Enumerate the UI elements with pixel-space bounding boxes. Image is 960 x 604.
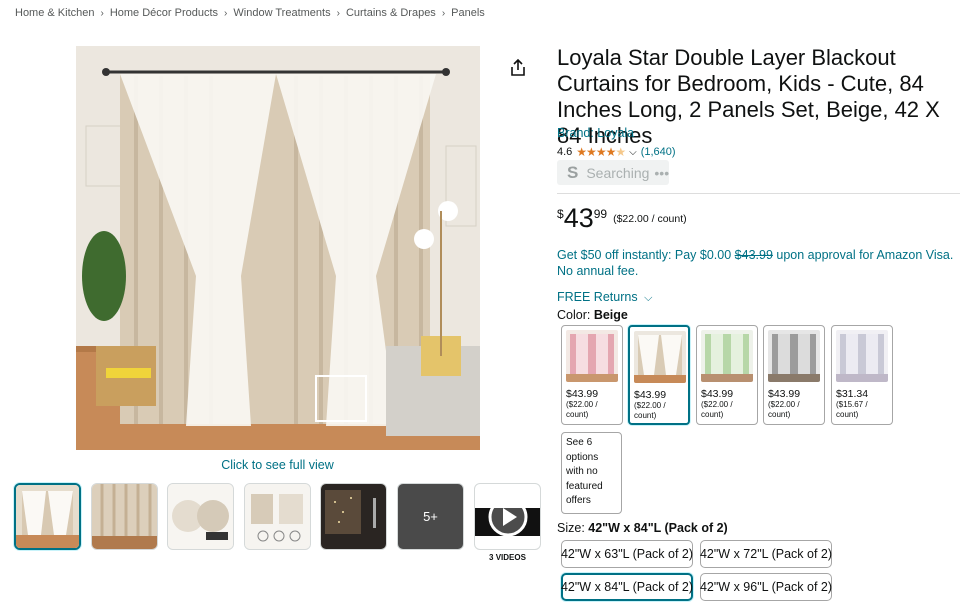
price-whole: 43 — [563, 203, 594, 233]
price: $ 43 99 ($22.00 / count) — [557, 203, 687, 233]
breadcrumb-item[interactable]: Home Décor Products — [110, 7, 218, 19]
price-symbol: $ — [557, 207, 564, 221]
brand-link[interactable]: Brand: Loyala — [557, 126, 634, 140]
video-thumbnail[interactable] — [474, 483, 541, 550]
size-label-text: Size: — [557, 521, 589, 535]
full-view-link[interactable]: Click to see full view — [0, 458, 555, 472]
color-swatch-lavender[interactable]: $31.34 ($15.67 / count) — [831, 325, 893, 425]
swatch-price: $43.99 — [634, 389, 667, 401]
swatch-image — [836, 330, 888, 382]
swatch-unit-price: ($22.00 / count) — [566, 400, 598, 419]
swatch-image — [634, 331, 686, 383]
color-swatch-green[interactable]: $43.99 ($22.00 / count) — [696, 325, 758, 425]
swatch-image — [566, 330, 618, 382]
chevron-down-icon: ⌵ — [644, 292, 653, 304]
size-option-96[interactable]: 42"W x 96"L (Pack of 2) — [700, 573, 832, 601]
more-images-button[interactable]: 5+ — [397, 483, 464, 550]
size-option-63[interactable]: 42"W x 63"L (Pack of 2) — [561, 540, 693, 568]
more-options-button[interactable]: See 6 options with no featured offers — [561, 432, 622, 514]
thumbnail-image[interactable] — [320, 483, 387, 550]
share-icon[interactable] — [508, 58, 528, 78]
chevron-right-icon: › — [224, 8, 228, 19]
swatch-price: $43.99 — [566, 388, 599, 400]
swatch-image — [701, 330, 753, 382]
swatch-unit-price: ($22.00 / count) — [634, 401, 666, 420]
color-swatch-pink[interactable]: $43.99 ($22.00 / count) — [561, 325, 623, 425]
promo-strike-price: $43.99 — [734, 248, 773, 262]
breadcrumb-item[interactable]: Panels — [451, 7, 485, 19]
s-logo-icon: S — [567, 162, 579, 182]
swatch-price: $31.34 — [836, 388, 869, 400]
main-product-image[interactable] — [76, 46, 480, 450]
chevron-right-icon: › — [100, 8, 104, 19]
price-fraction: 99 — [593, 207, 608, 221]
color-swatch-grey[interactable]: $43.99 ($22.00 / count) — [763, 325, 825, 425]
divider — [557, 193, 960, 194]
rating-count-link[interactable]: (1,640) — [641, 146, 676, 158]
more-images-count: 5+ — [423, 509, 438, 524]
videos-label: 3 VIDEOS — [489, 553, 526, 562]
breadcrumb-item[interactable]: Window Treatments — [233, 7, 330, 19]
visa-promo[interactable]: Get $50 off instantly: Pay $0.00 $43.99 … — [557, 247, 957, 279]
thumbnail-image[interactable] — [244, 483, 311, 550]
breadcrumb-item[interactable]: Curtains & Drapes — [346, 7, 436, 19]
price-per-unit: ($22.00 / count) — [613, 213, 687, 225]
size-option-84[interactable]: 42"W x 84"L (Pack of 2) — [561, 573, 693, 601]
chevron-down-icon[interactable]: ⌵ — [629, 147, 637, 158]
color-label-text: Color: — [557, 308, 594, 322]
color-label: Color: Beige — [557, 308, 628, 322]
color-swatch-beige[interactable]: $43.99 ($22.00 / count) — [628, 325, 690, 425]
swatch-unit-price: ($22.00 / count) — [768, 400, 800, 419]
swatch-unit-price: ($15.67 / count) — [836, 400, 868, 419]
searching-badge: S Searching ••• — [557, 160, 669, 185]
breadcrumb: Home & Kitchen › Home Décor Products › Windo… — [15, 7, 485, 19]
searching-text: Searching — [586, 164, 650, 181]
selected-color: Beige — [593, 308, 628, 322]
chevron-right-icon: › — [336, 8, 340, 19]
selected-size: 42"W x 84"L (Pack of 2) — [588, 521, 728, 535]
swatch-price: $43.99 — [701, 388, 734, 400]
promo-prefix: Get $50 off instantly: Pay $0.00 — [557, 248, 735, 262]
loading-dots-icon: ••• — [654, 164, 670, 181]
star-rating-icon[interactable]: ★★★★★ — [576, 145, 626, 159]
free-returns-label: FREE Returns — [557, 290, 638, 304]
chevron-right-icon: › — [441, 8, 446, 19]
free-returns-link[interactable]: FREE Returns ⌵ — [557, 290, 652, 305]
thumbnail-image[interactable] — [91, 483, 158, 550]
thumbnail-image[interactable] — [167, 483, 234, 550]
size-option-72[interactable]: 42"W x 72"L (Pack of 2) — [700, 540, 832, 568]
swatch-image — [768, 330, 820, 382]
swatch-price: $43.99 — [768, 388, 801, 400]
breadcrumb-item[interactable]: Home & Kitchen — [15, 7, 94, 19]
swatch-unit-price: ($22.00 / count) — [701, 400, 733, 419]
rating-value: 4.6 — [557, 146, 573, 158]
rating-row: 4.6 ★★★★★ ⌵ (1,640) — [557, 145, 676, 159]
size-label: Size: 42"W x 84"L (Pack of 2) — [557, 521, 728, 535]
thumbnail-image[interactable] — [14, 483, 81, 550]
